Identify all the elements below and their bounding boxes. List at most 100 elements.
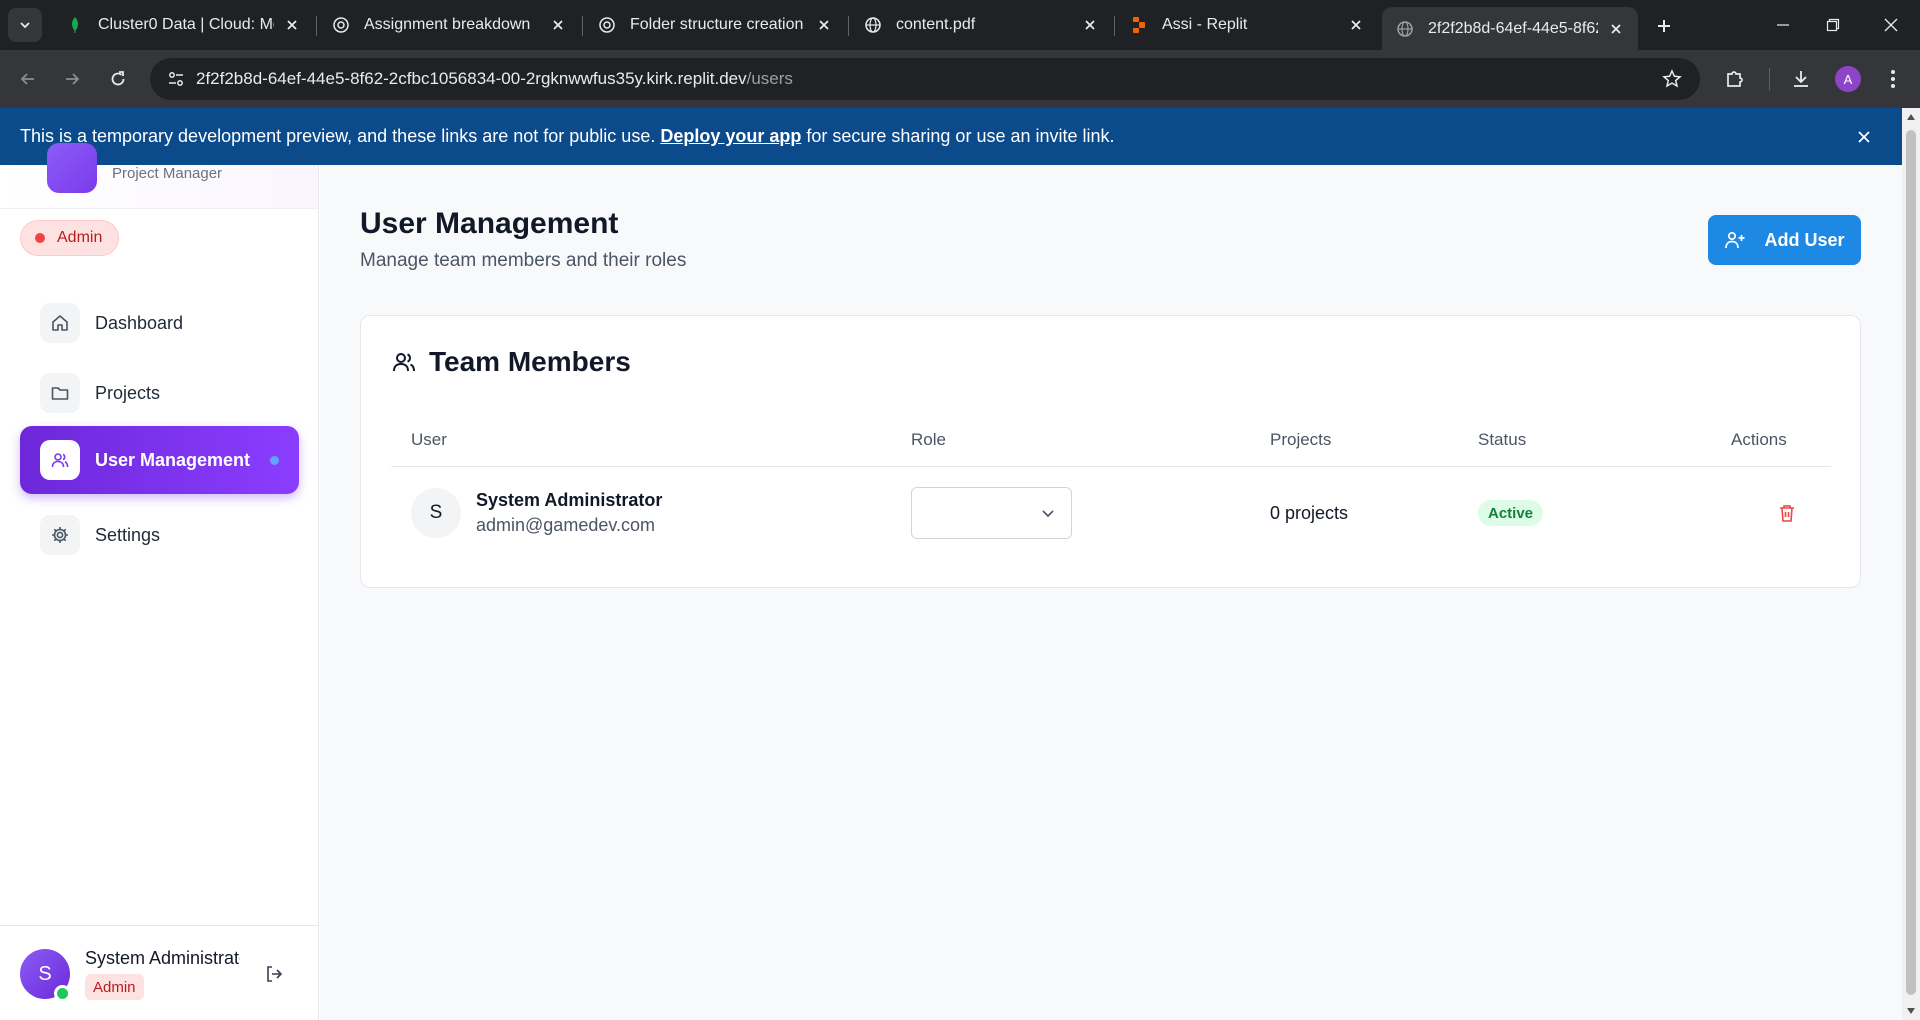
avatar: S — [411, 488, 461, 538]
close-icon[interactable] — [1346, 15, 1366, 35]
page-scrollbar[interactable] — [1902, 108, 1920, 1020]
tab-title: 2f2f2b8d-64ef-44e5-8f62-2cfbc1056834-00-… — [1428, 19, 1598, 37]
browser-tab[interactable]: Assi - Replit — [1116, 7, 1378, 43]
column-header-projects: Projects — [1270, 430, 1332, 449]
sidebar-item-label: Settings — [95, 524, 161, 545]
sidebar: Project Manager Admin Dashboard Projects… — [0, 143, 319, 1020]
sidebar-item-user-management[interactable]: User Management — [20, 426, 299, 494]
chevron-down-icon — [1041, 506, 1055, 520]
add-user-button[interactable]: Add User — [1708, 215, 1861, 265]
add-user-label: Add User — [1764, 229, 1845, 250]
close-icon — [1858, 131, 1870, 143]
column-header-status: Status — [1478, 430, 1527, 449]
close-icon[interactable] — [1080, 15, 1100, 35]
project-count: 0 projects — [1270, 503, 1349, 523]
browser-tab[interactable]: Folder structure creation — [584, 7, 846, 43]
tab-search-button[interactable] — [8, 8, 42, 42]
dev-preview-banner: This is a temporary development preview,… — [0, 108, 1902, 165]
address-bar[interactable]: 2f2f2b8d-64ef-44e5-8f62-2cfbc1056834-00-… — [150, 58, 1700, 100]
extensions-icon[interactable] — [1722, 66, 1748, 92]
close-icon[interactable] — [282, 15, 302, 35]
bookmark-star-icon[interactable] — [1660, 67, 1684, 91]
close-icon — [1884, 18, 1898, 32]
restore-icon — [1826, 18, 1840, 32]
chatgpt-icon — [598, 16, 616, 34]
scrollbar-thumb[interactable] — [1906, 130, 1916, 995]
user-plus-icon — [1724, 229, 1746, 251]
url-host: 2f2f2b8d-64ef-44e5-8f62-2cfbc1056834-00-… — [196, 69, 747, 88]
reload-button[interactable] — [103, 64, 133, 94]
folder-icon — [40, 373, 80, 413]
deploy-app-link[interactable]: Deploy your app — [660, 126, 801, 146]
forward-button[interactable] — [57, 64, 87, 94]
banner-text: This is a temporary development preview,… — [20, 126, 1115, 147]
window-close-button[interactable] — [1876, 10, 1906, 40]
replit-icon — [1130, 16, 1148, 34]
new-tab-button[interactable] — [1650, 12, 1678, 40]
arrow-right-icon — [66, 73, 80, 85]
role-pill-label: Admin — [57, 229, 103, 246]
tab-separator — [316, 16, 317, 36]
gear-icon — [40, 515, 80, 555]
main-content: User Management Manage team members and … — [320, 165, 1902, 1020]
role-pill: Admin — [20, 220, 120, 256]
close-icon[interactable] — [1606, 19, 1626, 39]
logout-icon[interactable] — [262, 962, 286, 986]
user-name: System Administrator — [476, 490, 663, 510]
home-icon — [40, 303, 80, 343]
status-badge: Active — [1478, 500, 1544, 526]
banner-text-after: for secure sharing or use an invite link… — [801, 126, 1115, 146]
chevron-down-icon — [20, 22, 30, 29]
reload-icon — [111, 71, 125, 86]
globe-icon — [1396, 20, 1414, 38]
browser-tab-active[interactable]: 2f2f2b8d-64ef-44e5-8f62-2cfbc1056834-00-… — [1382, 7, 1638, 50]
current-user-role-badge: Admin — [85, 974, 144, 1000]
tab-title: Cluster0 Data | Cloud: MongoDB Cloud — [98, 16, 274, 33]
site-settings-icon[interactable] — [162, 65, 190, 93]
online-status-dot — [54, 985, 71, 1002]
browser-tab[interactable]: content.pdf — [850, 7, 1112, 43]
card-title: Team Members — [391, 346, 631, 378]
tab-separator — [582, 16, 583, 36]
plus-icon — [1658, 20, 1670, 32]
banner-close-button[interactable] — [1853, 126, 1875, 148]
browser-tab-strip: Cluster0 Data | Cloud: MongoDB Cloud Ass… — [0, 0, 1920, 50]
table-header-divider — [391, 466, 1831, 467]
sidebar-item-projects[interactable]: Projects — [20, 359, 299, 427]
sidebar-item-dashboard[interactable]: Dashboard — [20, 289, 299, 357]
active-indicator-dot — [270, 456, 279, 465]
status-dot — [35, 233, 45, 243]
toolbar-divider — [1769, 68, 1770, 90]
more-menu-icon[interactable] — [1880, 66, 1906, 92]
role-select[interactable] — [911, 487, 1072, 539]
browser-tab[interactable]: Cluster0 Data | Cloud: MongoDB Cloud — [52, 7, 314, 43]
minimize-button[interactable] — [1768, 10, 1798, 40]
minimize-icon — [1777, 24, 1789, 26]
tab-title: Assi - Replit — [1162, 16, 1248, 33]
close-icon[interactable] — [814, 15, 834, 35]
scroll-up-arrow-icon[interactable] — [1906, 112, 1916, 122]
download-icon[interactable] — [1788, 66, 1814, 92]
url-path: /users — [746, 69, 793, 88]
tab-separator — [848, 16, 849, 36]
sidebar-item-settings[interactable]: Settings — [20, 501, 299, 569]
app-logo — [47, 143, 97, 193]
sidebar-item-label: Dashboard — [95, 312, 184, 333]
scroll-down-arrow-icon[interactable] — [1906, 1006, 1916, 1016]
profile-avatar[interactable]: A — [1835, 66, 1861, 92]
sidebar-item-label: Projects — [95, 382, 161, 403]
close-icon[interactable] — [548, 15, 568, 35]
brand-subtitle: Project Manager — [112, 165, 223, 182]
column-header-user: User — [411, 430, 447, 449]
url-text: 2f2f2b8d-64ef-44e5-8f62-2cfbc1056834-00-… — [196, 69, 793, 89]
tab-title: Assignment breakdown — [364, 16, 531, 33]
restore-button[interactable] — [1818, 10, 1848, 40]
users-icon — [40, 440, 80, 480]
banner-text-before: This is a temporary development preview,… — [20, 126, 661, 146]
column-header-actions: Actions — [1731, 430, 1787, 449]
column-header-role: Role — [911, 430, 946, 449]
browser-tab[interactable]: Assignment breakdown — [318, 7, 580, 43]
back-button[interactable] — [13, 64, 43, 94]
trash-icon[interactable] — [1775, 501, 1799, 525]
globe-icon — [864, 16, 882, 34]
